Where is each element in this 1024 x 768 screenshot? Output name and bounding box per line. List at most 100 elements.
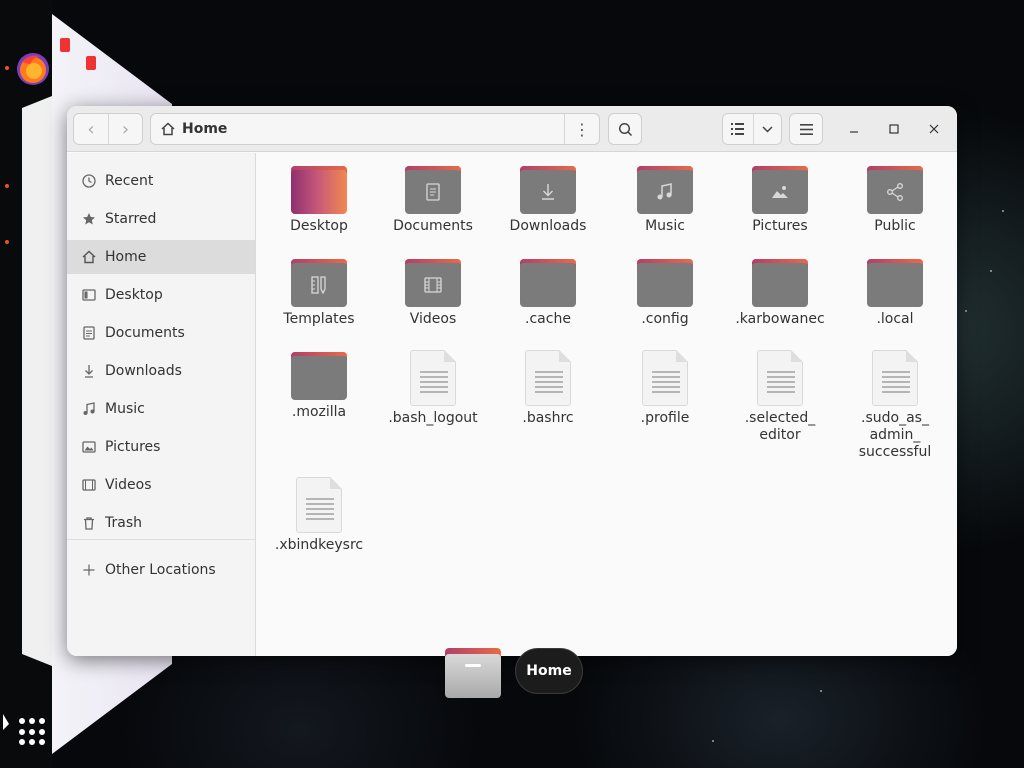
folder-pictures[interactable]: Pictures	[725, 166, 835, 235]
star	[1002, 210, 1004, 212]
minimize-icon	[850, 131, 858, 133]
share-icon	[887, 183, 903, 201]
sidebar-item-desktop[interactable]: Desktop	[67, 278, 255, 312]
file-label: .local	[876, 311, 914, 327]
folder-videos[interactable]: Videos	[378, 259, 488, 328]
maximize-icon	[889, 124, 899, 134]
sidebar-item-recent[interactable]: Recent	[67, 164, 255, 198]
folder-icon	[752, 166, 808, 214]
folder-downloads[interactable]: Downloads	[493, 166, 603, 235]
minimize-button[interactable]	[843, 118, 865, 140]
star	[965, 310, 967, 312]
text-file-icon	[296, 477, 342, 533]
folder-local[interactable]: .local	[840, 259, 950, 328]
star	[712, 740, 714, 742]
film-icon	[424, 277, 442, 293]
sidebar-item-trash[interactable]: Trash	[67, 506, 255, 540]
close-icon	[929, 124, 939, 134]
sidebar-item-music[interactable]: Music	[67, 392, 255, 426]
maximize-button[interactable]	[883, 118, 905, 140]
file-sudo-as-admin-successful[interactable]: .sudo_as_ admin_ successful	[840, 350, 950, 461]
videos-icon	[81, 477, 97, 493]
folder-config[interactable]: .config	[610, 259, 720, 328]
sidebar-item-starred[interactable]: Starred	[67, 202, 255, 236]
trash-icon	[81, 515, 97, 531]
sidebar-item-home[interactable]: Home	[67, 240, 255, 274]
text-file-icon	[642, 350, 688, 406]
file-label: .sudo_as_ admin_ successful	[858, 410, 932, 460]
window-tooltip: Home	[515, 648, 583, 694]
view-options-button[interactable]	[754, 114, 781, 144]
file-label: Videos	[409, 311, 457, 327]
file-label: .mozilla	[291, 404, 347, 420]
sidebar-item-label: Music	[105, 401, 145, 417]
folder-icon	[637, 166, 693, 214]
folder-icon	[291, 166, 347, 214]
file-xbindkeysrc[interactable]: .xbindkeysrc	[264, 477, 374, 554]
firefox-icon[interactable]	[14, 50, 52, 88]
picture-icon	[772, 186, 788, 198]
file-label: .bash_logout	[388, 410, 478, 426]
main-menu-button[interactable]	[789, 113, 823, 145]
sidebar-item-other-locations[interactable]: Other Locations	[67, 553, 255, 587]
chevron-down-icon	[762, 125, 773, 133]
background-window-tab-icon	[86, 56, 96, 70]
folder-mozilla[interactable]: .mozilla	[264, 352, 374, 421]
file-selected-editor[interactable]: .selected_ editor	[725, 350, 835, 444]
file-label: .profile	[640, 410, 690, 426]
sidebar-item-label: Recent	[105, 173, 154, 189]
folder-documents[interactable]: Documents	[378, 166, 488, 235]
sidebar-item-videos[interactable]: Videos	[67, 468, 255, 502]
window-preview-folder-icon[interactable]	[445, 648, 501, 698]
view-switcher	[722, 113, 782, 145]
file-bash-logout[interactable]: .bash_logout	[378, 350, 488, 427]
sidebar-item-label: Starred	[105, 211, 157, 227]
sidebar-item-downloads[interactable]: Downloads	[67, 354, 255, 388]
home-icon	[81, 249, 97, 265]
pictures-icon	[81, 439, 97, 455]
folder-icon	[291, 259, 347, 307]
running-indicator	[5, 240, 9, 244]
file-profile[interactable]: .profile	[610, 350, 720, 427]
file-label: .config	[641, 311, 689, 327]
header-bar: ‹ › Home ⋮	[67, 106, 957, 152]
sidebar-item-pictures[interactable]: Pictures	[67, 430, 255, 464]
file-label: Public	[874, 218, 916, 234]
folder-templates[interactable]: Templates	[264, 259, 374, 328]
folder-desktop[interactable]: Desktop	[264, 166, 374, 235]
file-label: .selected_ editor	[744, 410, 816, 443]
sidebar-item-label: Videos	[105, 477, 152, 493]
show-apps-button[interactable]	[19, 718, 47, 746]
back-button[interactable]: ‹	[74, 114, 108, 144]
folder-cache[interactable]: .cache	[493, 259, 603, 328]
file-label: .cache	[525, 311, 571, 327]
forward-button[interactable]: ›	[107, 114, 142, 144]
background-window-tab-icon	[60, 38, 70, 52]
folder-icon	[520, 166, 576, 214]
navigation-buttons: ‹ ›	[73, 113, 143, 145]
list-view-button[interactable]	[723, 114, 754, 144]
sidebar-item-documents[interactable]: Documents	[67, 316, 255, 350]
folder-karbowanec[interactable]: .karbowanec	[725, 259, 835, 328]
sidebar-item-label: Trash	[105, 515, 142, 531]
search-button[interactable]	[608, 113, 642, 145]
text-file-icon	[872, 350, 918, 406]
file-bashrc[interactable]: .bashrc	[493, 350, 603, 427]
file-label: Downloads	[509, 218, 587, 234]
folder-music[interactable]: Music	[610, 166, 720, 235]
document-icon	[426, 183, 440, 201]
mouse-cursor-icon	[3, 714, 9, 730]
file-label: Documents	[393, 218, 473, 234]
close-button[interactable]	[923, 118, 945, 140]
background-window-edge	[22, 96, 52, 666]
star-icon	[81, 211, 97, 227]
list-view-icon	[731, 123, 745, 135]
running-indicator	[5, 184, 9, 188]
folder-public[interactable]: Public	[840, 166, 950, 235]
path-home-button[interactable]: Home	[151, 114, 565, 144]
file-manager-window: ‹ › Home ⋮ Recent Starred Home Desktop D…	[67, 106, 957, 656]
star	[990, 270, 992, 272]
path-menu-button[interactable]: ⋮	[565, 120, 599, 139]
file-label: Music	[645, 218, 685, 234]
sidebar-item-label: Downloads	[105, 363, 182, 379]
